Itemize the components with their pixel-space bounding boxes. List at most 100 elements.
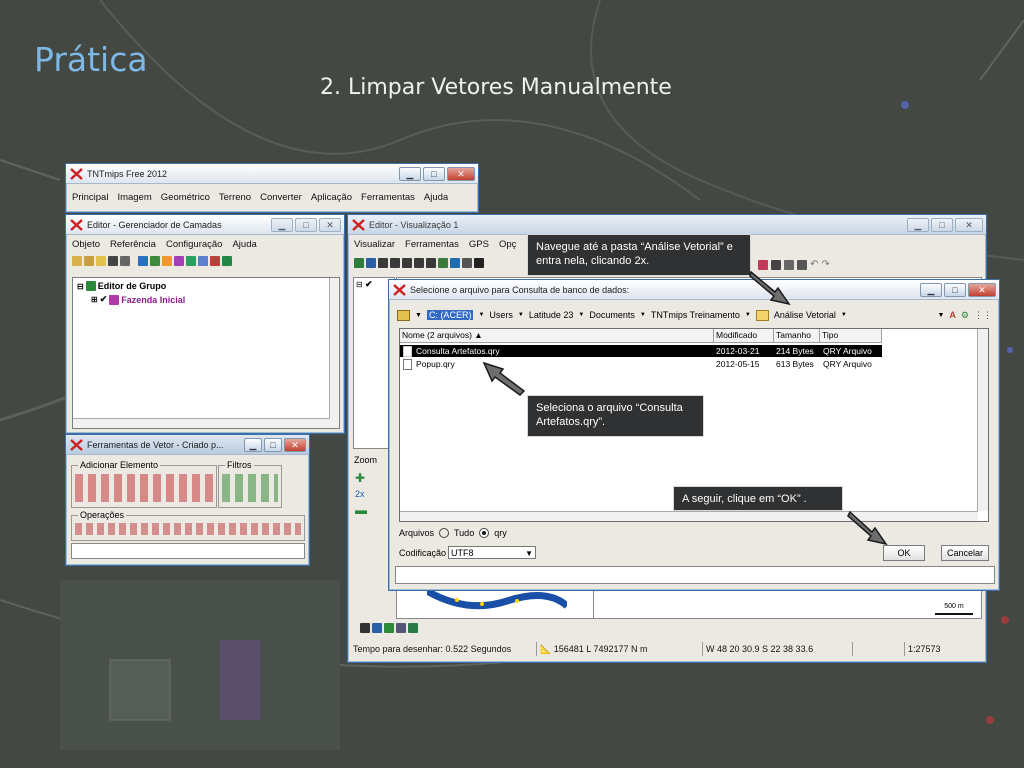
save-icon[interactable] xyxy=(108,256,118,266)
close-button[interactable]: ✕ xyxy=(284,437,306,452)
db-icon[interactable] xyxy=(222,256,232,266)
operation-tools[interactable] xyxy=(75,523,301,535)
legend-icon[interactable] xyxy=(360,623,370,633)
radio-qry[interactable] xyxy=(479,528,490,538)
locate-icon[interactable] xyxy=(372,623,382,633)
redo-icon[interactable]: ↷ xyxy=(821,259,829,270)
path-treinamento[interactable]: TNTmips Treinamento xyxy=(651,310,740,320)
pencil-icon[interactable] xyxy=(72,256,82,266)
visible-check-icon[interactable]: ✔ xyxy=(100,294,108,305)
chevron-down-icon[interactable]: ▼ xyxy=(841,312,847,318)
close-button[interactable]: ✕ xyxy=(968,282,996,297)
search-icon[interactable] xyxy=(396,623,406,633)
minimize-button[interactable]: ▁ xyxy=(399,166,421,181)
menu-ajuda[interactable]: Ajuda xyxy=(232,239,256,250)
maximize-button[interactable]: □ xyxy=(423,166,445,181)
paste-icon[interactable] xyxy=(797,259,807,270)
minimize-button[interactable]: ▁ xyxy=(907,217,929,232)
zoom-fit-icon[interactable] xyxy=(390,258,400,268)
path-users[interactable]: Users xyxy=(489,310,513,320)
palette-icon[interactable] xyxy=(174,256,184,266)
minimize-button[interactable]: ▁ xyxy=(920,282,942,297)
file-list-vscrollbar[interactable] xyxy=(977,329,988,511)
collapse-icon[interactable]: ⊟ xyxy=(356,280,363,289)
tree-layer-row[interactable]: ⊞ ✔ Fazenda Inicial xyxy=(91,294,185,305)
maximize-button[interactable]: □ xyxy=(295,217,317,232)
zoom-in-icon[interactable] xyxy=(402,258,412,268)
path-analise[interactable]: Análise Vetorial xyxy=(774,310,836,320)
col-header-name[interactable]: Nome (2 arquivos) ▲ xyxy=(400,329,714,343)
menu-visualizar[interactable]: Visualizar xyxy=(354,239,395,250)
menu-principal[interactable]: Principal xyxy=(72,192,108,203)
menu-terreno[interactable]: Terreno xyxy=(219,192,251,203)
menu-ajuda[interactable]: Ajuda xyxy=(424,192,448,203)
menu-geometrico[interactable]: Geométrico xyxy=(161,192,210,203)
color-icon[interactable] xyxy=(162,256,172,266)
folder-icon[interactable] xyxy=(397,309,410,321)
chevron-down-icon[interactable]: ▼ xyxy=(640,312,646,318)
tree-vscrollbar[interactable] xyxy=(329,278,339,428)
close-button[interactable]: ✕ xyxy=(447,166,475,181)
collapse-icon[interactable]: ⊟ xyxy=(77,282,84,291)
undo-icon[interactable]: ↶ xyxy=(810,259,818,270)
zoom-in-icon[interactable]: ✚ xyxy=(355,471,365,485)
zoom-box-icon[interactable] xyxy=(426,258,436,268)
menu-configuracao[interactable]: Configuração xyxy=(166,239,223,250)
close-button[interactable]: ✕ xyxy=(319,217,341,232)
path-dropdown-arrow[interactable]: ▼ xyxy=(415,312,422,319)
tin-icon[interactable] xyxy=(210,256,220,266)
zoom-out-icon[interactable] xyxy=(414,258,424,268)
grid-view-icon[interactable]: ⋮⋮ xyxy=(974,310,992,321)
visible-check-icon[interactable]: ✔ xyxy=(365,279,373,290)
path-drive[interactable]: C: (ACER) xyxy=(426,310,474,320)
pan-icon[interactable] xyxy=(378,258,388,268)
col-header-modified[interactable]: Modificado xyxy=(714,329,774,343)
path-latitude[interactable]: Latitude 23 xyxy=(529,310,574,320)
maximize-button[interactable]: □ xyxy=(931,217,953,232)
file-row-selected[interactable]: Consulta Artefatos.qry 2012-03-21 214 By… xyxy=(400,345,882,357)
vector-icon[interactable] xyxy=(186,256,196,266)
settings-icon[interactable]: ⚙ xyxy=(961,310,969,321)
chevron-down-icon[interactable]: ▼ xyxy=(745,312,751,318)
tree-group-row[interactable]: ⊟ Editor de Grupo xyxy=(77,281,166,291)
gps-icon[interactable] xyxy=(462,258,472,268)
chevron-down-icon[interactable]: ▼ xyxy=(578,312,584,318)
menu-ferramentas[interactable]: Ferramentas xyxy=(405,239,459,250)
menu-objeto[interactable]: Objeto xyxy=(72,239,100,250)
open-folder-icon[interactable] xyxy=(96,256,106,266)
path-dropdown-right[interactable]: ▼ xyxy=(937,312,944,319)
menu-gps[interactable]: GPS xyxy=(469,239,489,250)
full-view-icon[interactable] xyxy=(366,258,376,268)
cad-icon[interactable] xyxy=(198,256,208,266)
layers-icon[interactable] xyxy=(450,258,460,268)
redraw-icon[interactable] xyxy=(354,258,364,268)
menu-converter[interactable]: Converter xyxy=(260,192,302,203)
col-header-type[interactable]: Tipo xyxy=(820,329,882,343)
chevron-down-icon[interactable]: ▼ xyxy=(478,312,484,318)
chevron-down-icon[interactable]: ▼ xyxy=(518,312,524,318)
menu-referencia[interactable]: Referência xyxy=(110,239,156,250)
add-layer-icon[interactable] xyxy=(138,256,148,266)
radio-tudo[interactable] xyxy=(439,528,450,538)
binoculars-icon[interactable] xyxy=(474,258,484,268)
file-list-hscrollbar[interactable] xyxy=(400,511,978,521)
col-header-size[interactable]: Tamanho xyxy=(774,329,820,343)
grid-icon[interactable] xyxy=(438,258,448,268)
raster-icon[interactable] xyxy=(150,256,160,266)
select-icon[interactable] xyxy=(384,623,394,633)
menu-aplicacao[interactable]: Aplicação xyxy=(311,192,352,203)
tree-hscrollbar[interactable] xyxy=(73,418,330,428)
chevron-down-icon[interactable]: ▼ xyxy=(525,547,533,560)
minimize-button[interactable]: ▁ xyxy=(244,437,262,452)
expand-icon[interactable]: ⊞ xyxy=(91,295,98,304)
path-documents[interactable]: Documents xyxy=(589,310,635,320)
add-element-tools[interactable] xyxy=(75,474,213,502)
pencil-add-icon[interactable] xyxy=(84,256,94,266)
favorites-icon[interactable]: A xyxy=(949,310,956,320)
maximize-button[interactable]: □ xyxy=(264,437,282,452)
menu-imagem[interactable]: Imagem xyxy=(117,192,151,203)
menu-opcoes[interactable]: Opç xyxy=(499,239,516,250)
save-as-icon[interactable] xyxy=(120,256,130,266)
encoding-select[interactable]: UTF8 ▼ xyxy=(448,546,537,560)
cancel-button[interactable]: Cancelar xyxy=(941,545,989,561)
